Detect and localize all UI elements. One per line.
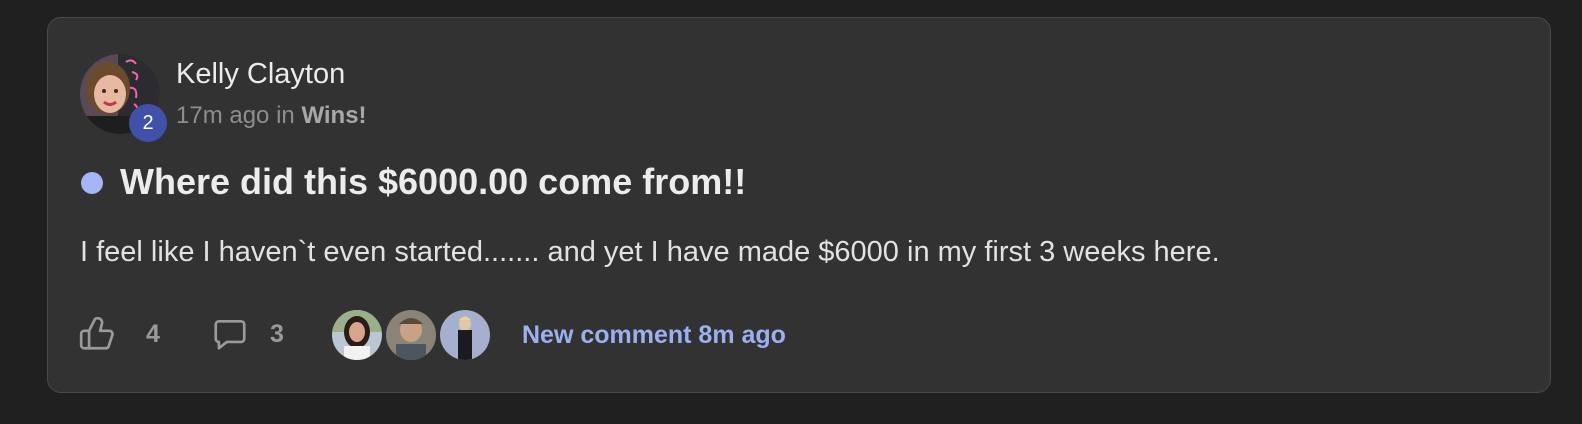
author-name[interactable]: Kelly Clayton	[176, 56, 345, 92]
post-meta: 17m ago in Wins!	[176, 100, 367, 132]
post-card[interactable]: 2 Kelly Clayton 17m ago in Wins! Where d…	[47, 17, 1551, 393]
category-link[interactable]: Wins!	[301, 102, 366, 129]
post-title[interactable]: Where did this $6000.00 come from!!	[120, 158, 746, 206]
thumbs-up-icon	[78, 315, 116, 353]
speech-bubble-icon	[210, 315, 250, 353]
commenter-avatars[interactable]	[332, 310, 494, 362]
level-badge: 2	[129, 104, 167, 142]
meta-in-word: in	[276, 102, 295, 129]
commenter-avatar-image	[440, 310, 490, 360]
commenter-avatar-image	[386, 310, 436, 360]
commenter-avatar-image	[332, 310, 382, 360]
commenter-avatar[interactable]	[440, 310, 490, 360]
comment-button[interactable]: 3	[210, 314, 284, 354]
commenter-avatar[interactable]	[332, 310, 382, 360]
comment-count: 3	[270, 319, 284, 348]
post-body: I feel like I haven`t even started......…	[80, 236, 1220, 268]
new-comment-link[interactable]: New comment 8m ago	[522, 318, 786, 352]
like-button[interactable]: 4	[78, 314, 160, 354]
author-avatar[interactable]: 2	[80, 54, 167, 142]
commenter-avatar[interactable]	[386, 310, 436, 360]
like-count: 4	[146, 319, 160, 348]
unread-indicator	[81, 172, 103, 194]
post-time: 17m ago	[176, 102, 270, 129]
